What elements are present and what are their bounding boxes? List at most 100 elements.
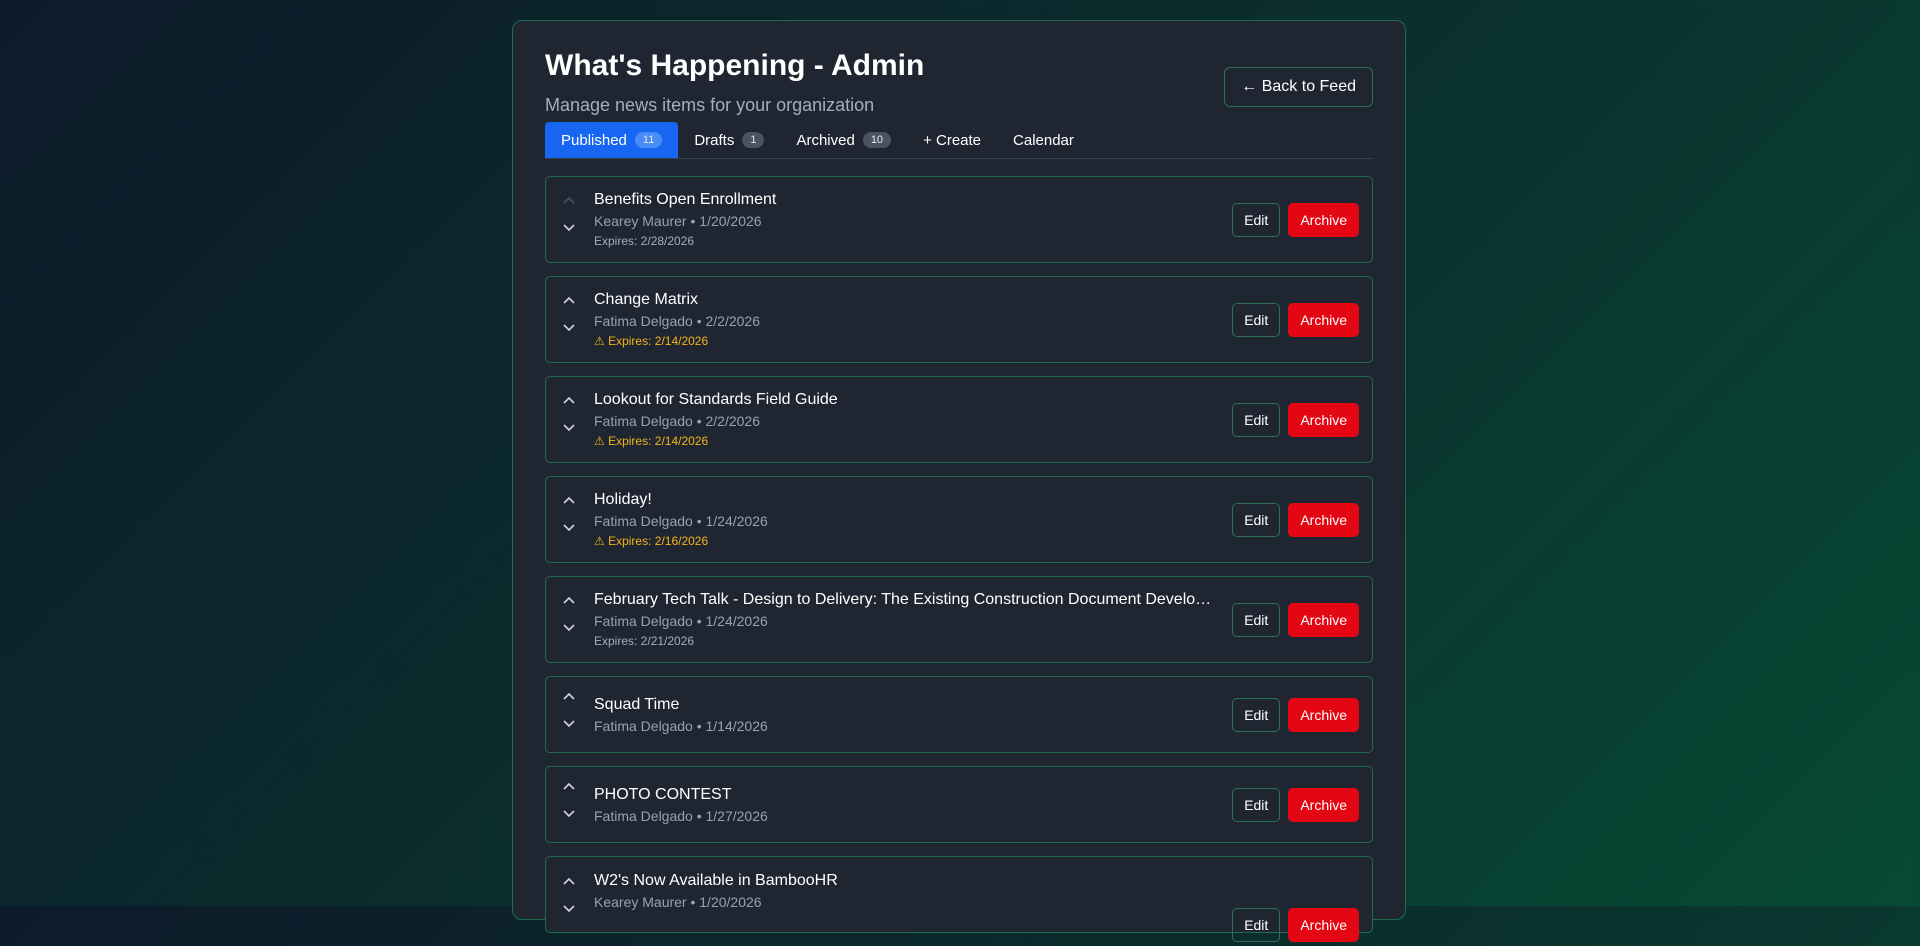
- edit-button[interactable]: Edit: [1232, 787, 1281, 822]
- list-item: Lookout for Standards Field Guide Fatima…: [545, 376, 1373, 463]
- item-actions: Edit Archive: [1232, 602, 1359, 637]
- count-badge: 11: [634, 132, 663, 148]
- chevron-up-icon[interactable]: [560, 596, 578, 610]
- tab-drafts[interactable]: Drafts 1: [678, 122, 780, 158]
- archive-button[interactable]: Archive: [1288, 602, 1359, 637]
- tab-label: Published: [561, 131, 627, 149]
- item-expires: Expires: 2/28/2026: [594, 234, 695, 248]
- item-content: Benefits Open Enrollment Kearey Maurer •…: [594, 190, 1212, 248]
- list-item: Change Matrix Fatima Delgado • 2/2/2026 …: [545, 276, 1373, 363]
- reorder-controls: [560, 782, 578, 824]
- item-meta: Fatima Delgado • 1/14/2026: [594, 718, 768, 734]
- tab-label: Archived: [796, 131, 855, 149]
- tab-published[interactable]: Published 11: [545, 122, 679, 158]
- tab-archived[interactable]: Archived 10: [780, 122, 907, 158]
- edit-button[interactable]: Edit: [1232, 502, 1281, 537]
- edit-button[interactable]: Edit: [1232, 202, 1281, 237]
- reorder-controls: [560, 692, 578, 734]
- tab-calendar[interactable]: Calendar: [997, 122, 1090, 158]
- reorder-controls: [560, 596, 578, 638]
- count-badge: 1: [742, 132, 765, 148]
- chevron-down-icon[interactable]: [560, 905, 578, 919]
- chevron-up-icon[interactable]: [560, 396, 578, 410]
- chevron-down-icon[interactable]: [560, 424, 578, 438]
- tab-create[interactable]: + Create: [907, 122, 997, 158]
- item-meta: Kearey Maurer • 1/20/2026: [594, 213, 762, 229]
- edit-button[interactable]: Edit: [1232, 602, 1281, 637]
- item-expires-warning: ⚠ Expires: 2/16/2026: [594, 534, 709, 548]
- item-content: Holiday! Fatima Delgado • 1/24/2026 ⚠ Ex…: [594, 490, 1212, 548]
- item-expires: Expires: 2/21/2026: [594, 634, 695, 648]
- list-item: Holiday! Fatima Delgado • 1/24/2026 ⚠ Ex…: [545, 476, 1373, 563]
- item-actions: Edit Archive: [1232, 202, 1359, 237]
- edit-button[interactable]: Edit: [1232, 402, 1281, 437]
- list-item: Benefits Open Enrollment Kearey Maurer •…: [545, 176, 1373, 263]
- chevron-up-icon[interactable]: [560, 782, 578, 796]
- reorder-controls: [560, 196, 578, 238]
- list-item: PHOTO CONTEST Fatima Delgado • 1/27/2026…: [545, 766, 1373, 843]
- chevron-up-icon[interactable]: [560, 296, 578, 310]
- item-actions: Edit Archive: [1232, 302, 1359, 337]
- item-expires-warning: ⚠ Expires: 2/14/2026: [594, 334, 709, 348]
- item-content: PHOTO CONTEST Fatima Delgado • 1/27/2026: [594, 785, 1212, 825]
- item-title: February Tech Talk - Design to Delivery:…: [594, 591, 1212, 608]
- chevron-down-icon[interactable]: [560, 224, 578, 238]
- item-content: Squad Time Fatima Delgado • 1/14/2026: [594, 695, 1212, 735]
- edit-button[interactable]: Edit: [1232, 302, 1281, 337]
- item-title: Lookout for Standards Field Guide: [594, 391, 838, 408]
- archive-button[interactable]: Archive: [1288, 202, 1359, 237]
- item-meta: Fatima Delgado • 2/2/2026: [594, 313, 761, 329]
- list-item: W2's Now Available in BambooHR Kearey Ma…: [545, 856, 1373, 942]
- page-title: What's Happening - Admin: [545, 49, 925, 82]
- tab-label: + Create: [923, 131, 982, 149]
- item-content: Lookout for Standards Field Guide Fatima…: [594, 390, 1212, 448]
- reorder-controls: [560, 396, 578, 438]
- archive-button[interactable]: Archive: [1288, 908, 1359, 942]
- item-title: Change Matrix: [594, 291, 699, 308]
- archive-button[interactable]: Archive: [1288, 787, 1359, 822]
- item-meta: Fatima Delgado • 1/27/2026: [594, 808, 768, 824]
- chevron-up-icon[interactable]: [560, 692, 578, 706]
- item-meta: Kearey Maurer • 1/20/2026: [594, 894, 762, 910]
- chevron-up-icon[interactable]: [560, 196, 578, 210]
- item-meta: Fatima Delgado • 1/24/2026: [594, 613, 768, 629]
- page-subtitle: Manage news items for your organization: [545, 95, 875, 115]
- chevron-down-icon[interactable]: [560, 810, 578, 824]
- reorder-controls: [560, 496, 578, 538]
- item-title: Holiday!: [594, 491, 652, 508]
- chevron-up-icon[interactable]: [560, 877, 578, 891]
- list-item: Squad Time Fatima Delgado • 1/14/2026 Ed…: [545, 676, 1373, 753]
- edit-button[interactable]: Edit: [1232, 908, 1281, 942]
- chevron-down-icon[interactable]: [560, 524, 578, 538]
- archive-button[interactable]: Archive: [1288, 697, 1359, 732]
- item-content: W2's Now Available in BambooHR Kearey Ma…: [594, 871, 1212, 911]
- chevron-up-icon[interactable]: [560, 496, 578, 510]
- list-item: February Tech Talk - Design to Delivery:…: [545, 576, 1373, 663]
- item-title: W2's Now Available in BambooHR: [594, 872, 838, 889]
- tab-label: Calendar: [1013, 131, 1074, 149]
- chevron-down-icon[interactable]: [560, 324, 578, 338]
- edit-button[interactable]: Edit: [1232, 697, 1281, 732]
- item-actions: Edit Archive: [1232, 697, 1359, 732]
- back-to-feed-button[interactable]: ← Back to Feed: [1224, 67, 1373, 107]
- admin-panel: What's Happening - Admin Manage news ite…: [512, 20, 1406, 942]
- reorder-controls: [560, 877, 578, 919]
- item-title: Benefits Open Enrollment: [594, 191, 777, 208]
- item-meta: Fatima Delgado • 2/2/2026: [594, 413, 761, 429]
- count-badge: 10: [862, 132, 892, 148]
- chevron-down-icon[interactable]: [560, 720, 578, 734]
- item-expires-warning: ⚠ Expires: 2/14/2026: [594, 434, 709, 448]
- tab-bar: Published 11 Drafts 1 Archived 10 + Crea…: [545, 122, 1373, 159]
- archive-button[interactable]: Archive: [1288, 402, 1359, 437]
- item-title: Squad Time: [594, 696, 680, 713]
- item-title: PHOTO CONTEST: [594, 786, 732, 803]
- news-item-list: Benefits Open Enrollment Kearey Maurer •…: [545, 176, 1373, 946]
- item-content: Change Matrix Fatima Delgado • 2/2/2026 …: [594, 290, 1212, 348]
- item-meta: Fatima Delgado • 1/24/2026: [594, 513, 768, 529]
- tab-label: Drafts: [694, 131, 735, 149]
- archive-button[interactable]: Archive: [1288, 502, 1359, 537]
- chevron-down-icon[interactable]: [560, 624, 578, 638]
- item-content: February Tech Talk - Design to Delivery:…: [594, 590, 1212, 648]
- archive-button[interactable]: Archive: [1288, 302, 1359, 337]
- item-actions: Edit Archive: [1232, 787, 1359, 822]
